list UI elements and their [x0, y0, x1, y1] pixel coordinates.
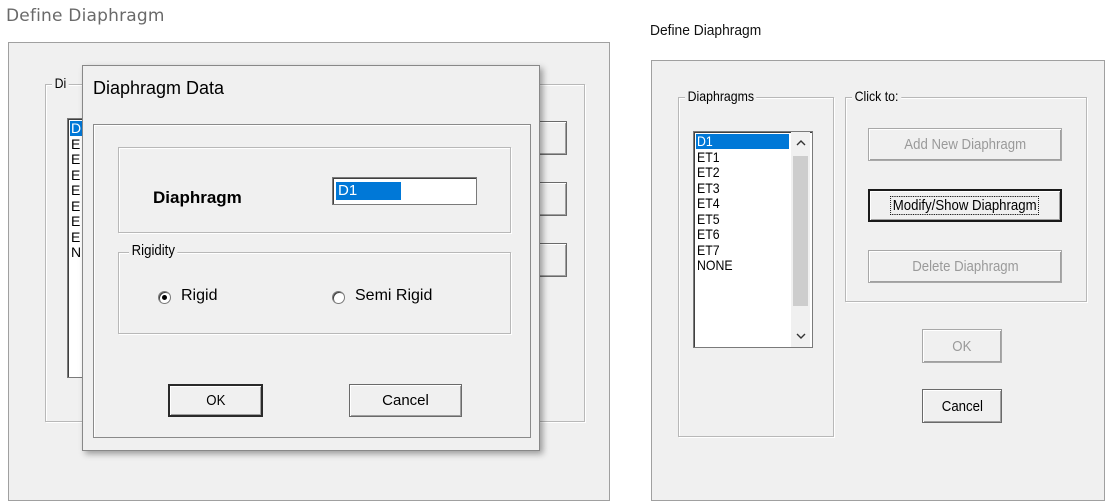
list-item-et4[interactable]: ET4	[696, 196, 787, 211]
rigid-radio-dot	[162, 295, 167, 300]
list-item-et1[interactable]: ET1	[696, 148, 787, 165]
list-item-label: ET6	[697, 226, 720, 242]
delete-diaphragm-button[interactable]: Delete Diaphragm	[868, 250, 1062, 283]
scroll-down-icon[interactable]	[791, 325, 810, 347]
list-item-label: D1	[697, 133, 713, 149]
list-item-none[interactable]: NONE	[696, 258, 787, 273]
list-item-d1[interactable]: D1	[696, 134, 789, 149]
list-item-label: ET1	[697, 148, 720, 165]
dialog-ok-label: OK	[205, 392, 226, 409]
semi-rigid-label: Semi Rigid	[355, 287, 433, 304]
diaphragm-label: Diaphragm	[153, 188, 242, 207]
right-window-title: Define Diaphragm	[650, 22, 762, 39]
dialog-ok-button[interactable]: OK	[168, 384, 263, 417]
right-ok-label: OK	[952, 337, 972, 355]
diaphragm-list[interactable]: D1 ET1 ET2 ET3 ET4 ET5 ET6 ET7 NONE	[693, 131, 813, 348]
dialog-title: Diaphragm Data	[93, 78, 225, 98]
add-new-diaphragm-button[interactable]: Add New Diaphragm	[868, 128, 1062, 161]
rigid-radio[interactable]	[158, 291, 171, 304]
left-window-title: Define Diaphragm	[6, 6, 165, 26]
list-item-label: ET3	[697, 179, 720, 196]
click-to-legend: Click to:	[852, 88, 902, 104]
list-item-et2[interactable]: ET2	[696, 165, 787, 180]
list-item-label: ET5	[697, 210, 720, 227]
list-item-label: ET7	[697, 241, 720, 258]
list-item-et5[interactable]: ET5	[696, 210, 787, 227]
list-item-et6[interactable]: ET6	[696, 227, 787, 242]
add-new-diaphragm-label: Add New Diaphragm	[904, 136, 1026, 153]
right-define-diaphragm-panel: Diaphragms D1 ET1 ET2 ET3 ET4 ET5 ET6 ET7 NONE C…	[651, 60, 1105, 501]
diaphragm-name-field[interactable]: D1	[332, 177, 477, 205]
list-item-label: ET2	[697, 164, 720, 180]
delete-diaphragm-label: Delete Diaphragm	[911, 258, 1019, 275]
right-cancel-button[interactable]: Cancel	[922, 389, 1002, 423]
rigidity-legend: Rigidity	[129, 242, 178, 259]
right-ok-button[interactable]: OK	[922, 329, 1002, 363]
modify-show-diaphragm-label: Modify/Show Diaphragm	[890, 196, 1040, 215]
rigid-label: Rigid	[181, 287, 218, 304]
list-item-et3[interactable]: ET3	[696, 179, 787, 196]
diaphragm-name-value: D1	[336, 182, 401, 200]
semi-rigid-radio[interactable]	[332, 291, 345, 304]
list-item-label: ET4	[697, 195, 720, 211]
modify-show-diaphragm-button[interactable]: Modify/Show Diaphragm	[868, 189, 1062, 222]
diaphragm-data-dialog: Diaphragm Data Diaphragm D1 Rigidity Rig…	[82, 65, 540, 451]
scroll-thumb[interactable]	[793, 156, 808, 306]
dialog-cancel-label: Cancel	[382, 392, 429, 409]
list-item-et7[interactable]: ET7	[696, 241, 787, 258]
left-group-legend: Di	[52, 75, 69, 91]
scroll-up-icon[interactable]	[791, 132, 810, 154]
dialog-cancel-button[interactable]: Cancel	[349, 384, 462, 417]
right-cancel-label: Cancel	[941, 397, 983, 415]
diaphragm-list-scrollbar[interactable]	[791, 132, 810, 347]
list-item-label: NONE	[697, 257, 733, 273]
diaphragms-legend: Diaphragms	[685, 88, 757, 104]
rigidity-group: Rigidity	[118, 242, 511, 334]
